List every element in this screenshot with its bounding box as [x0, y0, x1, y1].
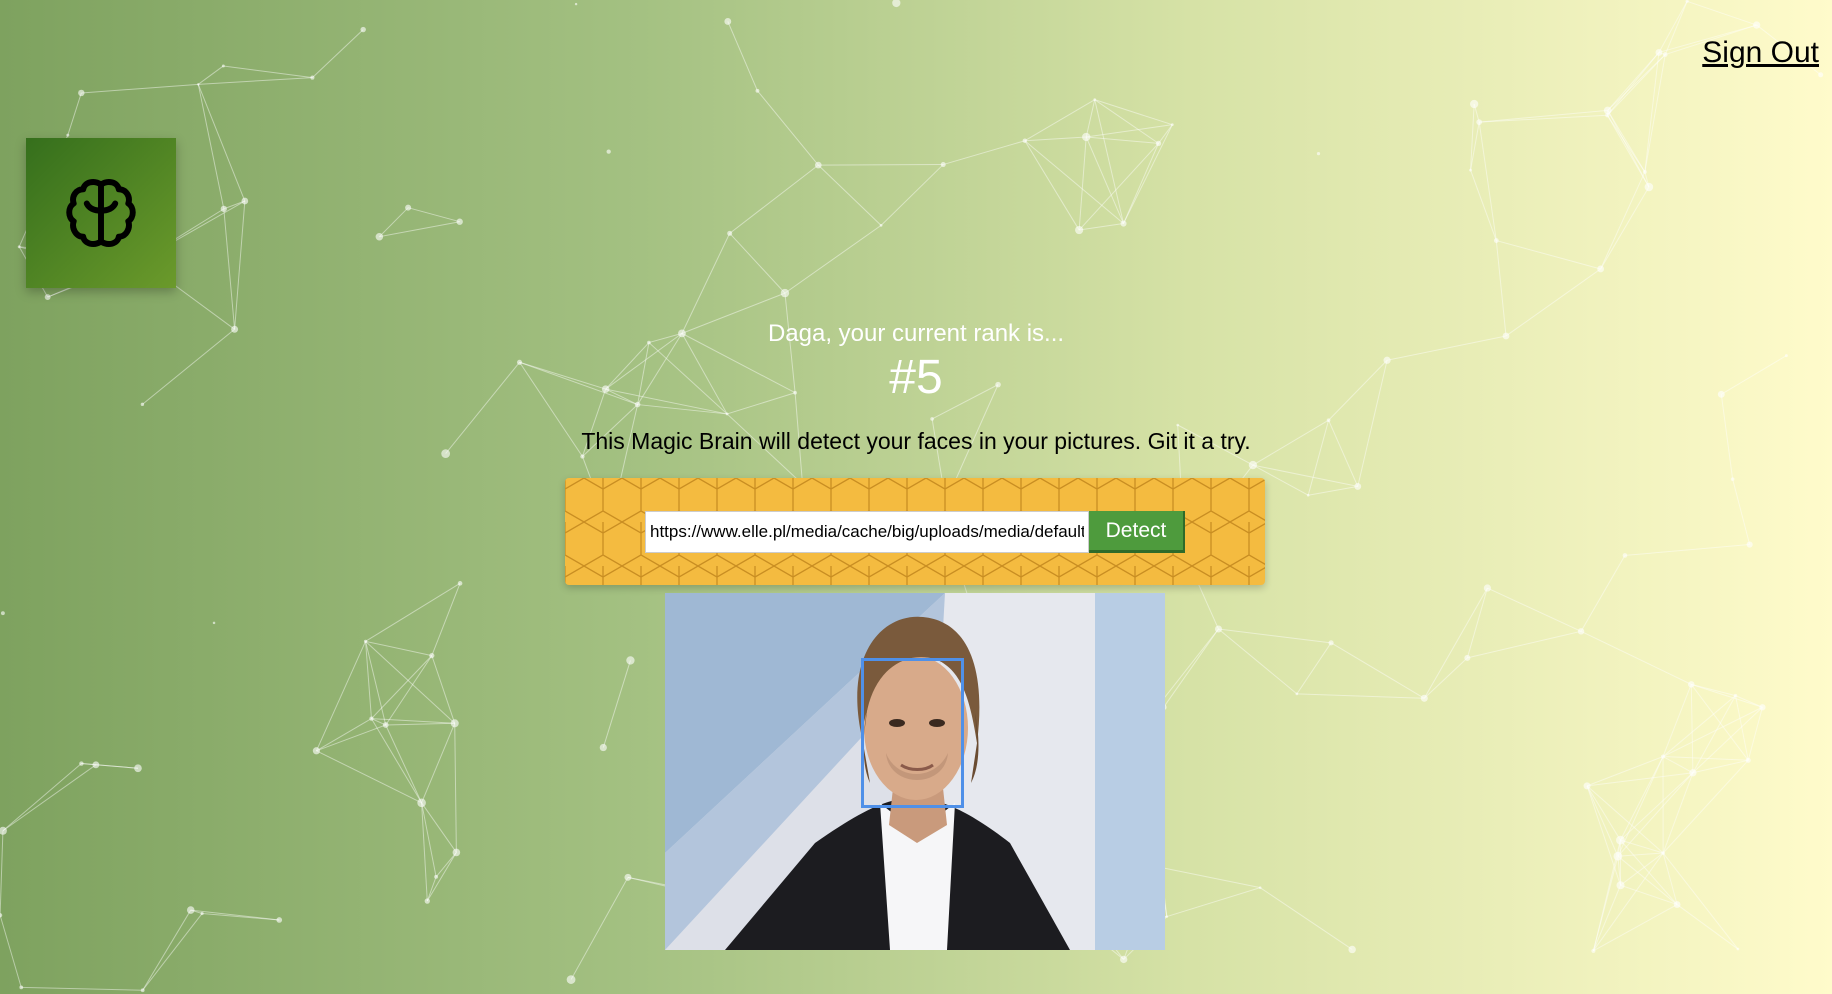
app-description: This Magic Brain will detect your faces … — [581, 428, 1251, 454]
face-bounding-box — [861, 658, 964, 808]
detected-photo — [665, 593, 1165, 950]
brain-icon — [66, 179, 136, 247]
brain-logo — [26, 138, 176, 288]
rank-message: Daga, your current rank is... — [767, 320, 1065, 347]
sign-out-link[interactable]: Sign Out — [1702, 36, 1819, 70]
image-url-input[interactable] — [645, 511, 1089, 553]
rank-value: #5 — [889, 351, 943, 404]
image-url-form: Detect — [565, 478, 1265, 585]
url-form-row: Detect — [645, 511, 1185, 553]
detect-button[interactable]: Detect — [1089, 511, 1185, 553]
